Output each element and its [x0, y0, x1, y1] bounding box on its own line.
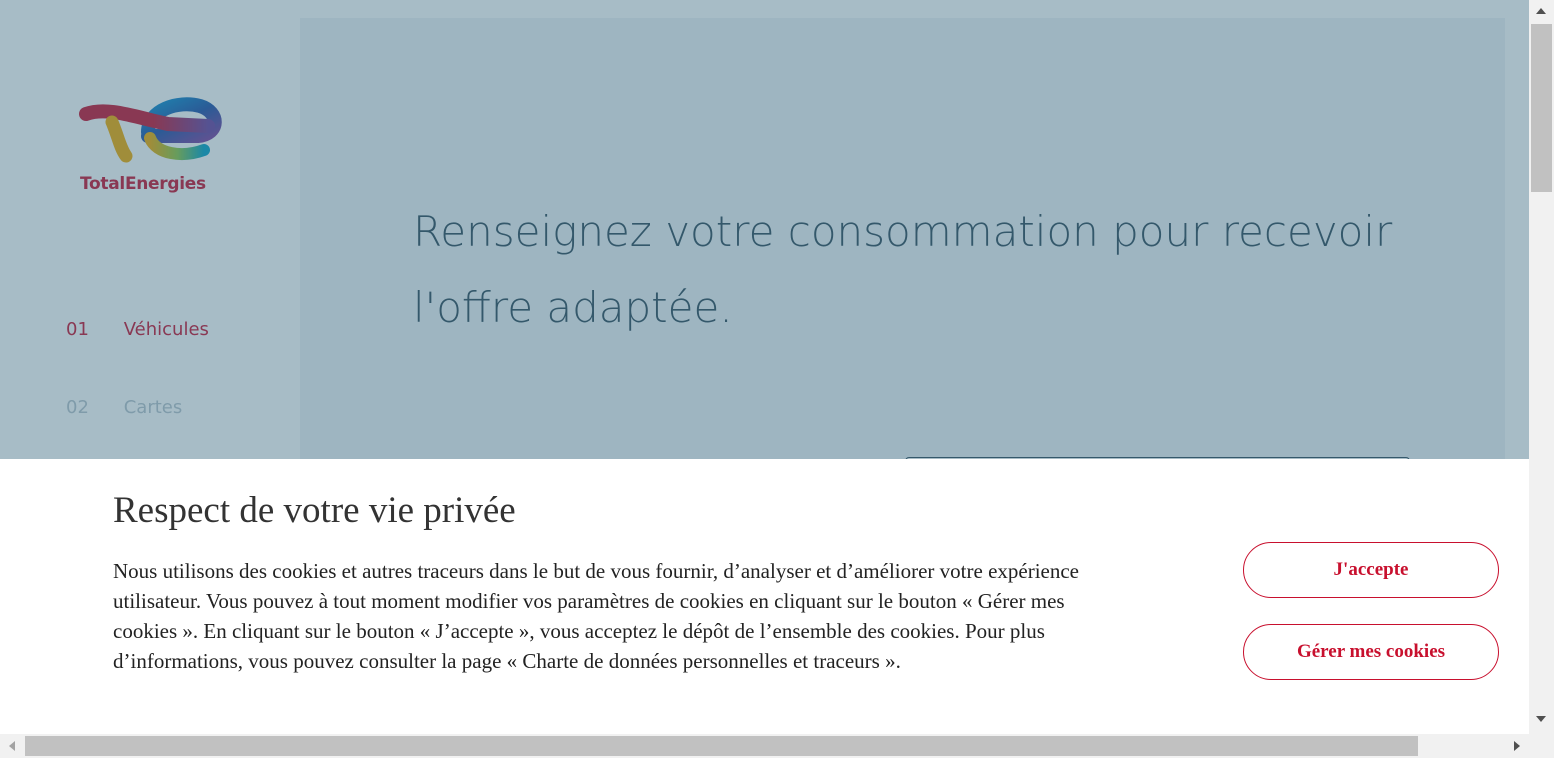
horizontal-scrollbar-thumb[interactable] [25, 736, 1418, 756]
scrollbar-corner [1529, 734, 1554, 758]
scroll-down-arrow-icon[interactable] [1536, 716, 1546, 722]
accept-cookies-button[interactable]: J'accepte [1243, 542, 1499, 598]
cookie-banner: Respect de votre vie privée Nous utiliso… [0, 459, 1529, 734]
vertical-scrollbar-thumb[interactable] [1531, 24, 1552, 192]
scroll-right-arrow-icon[interactable] [1514, 741, 1520, 751]
manage-cookies-button[interactable]: Gérer mes cookies [1243, 624, 1499, 680]
cookie-banner-title: Respect de votre vie privée [113, 490, 516, 531]
scroll-up-arrow-icon[interactable] [1536, 8, 1546, 14]
scroll-left-arrow-icon[interactable] [9, 741, 15, 751]
cookie-banner-text: Nous utilisons des cookies et autres tra… [113, 559, 1079, 673]
